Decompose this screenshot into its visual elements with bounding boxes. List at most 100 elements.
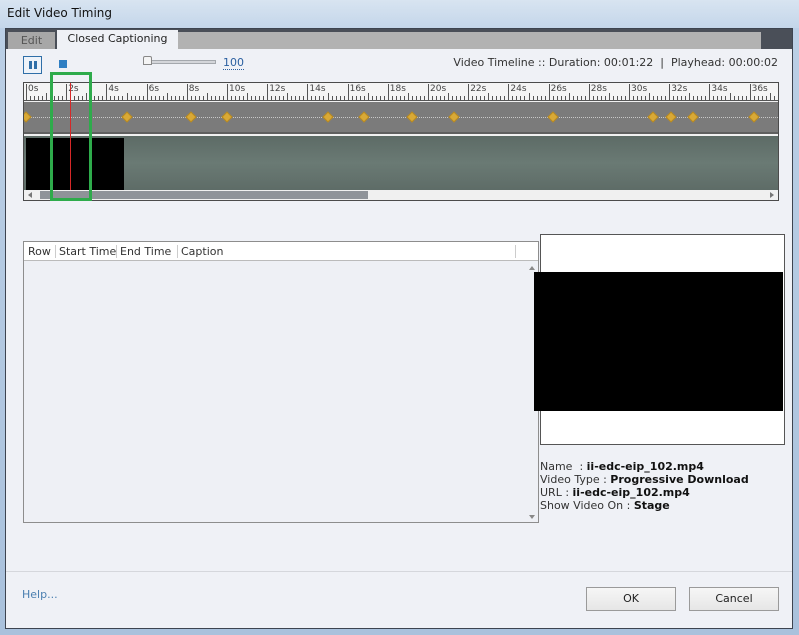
zoom-slider[interactable] bbox=[146, 60, 216, 64]
ruler-minor-tick bbox=[299, 96, 301, 100]
timeline-marker[interactable] bbox=[747, 111, 760, 123]
footer-divider bbox=[6, 571, 792, 572]
stop-icon[interactable] bbox=[59, 60, 67, 68]
scroll-down-icon[interactable] bbox=[529, 515, 535, 519]
video-thumbnail bbox=[26, 138, 124, 192]
col-end-time[interactable]: End Time bbox=[120, 245, 171, 258]
cancel-button[interactable]: Cancel bbox=[689, 587, 779, 611]
col-start-time[interactable]: Start Time bbox=[59, 245, 116, 258]
col-caption[interactable]: Caption bbox=[181, 245, 223, 258]
ruler-major-tick bbox=[709, 84, 711, 100]
ruler-major-tick bbox=[106, 84, 108, 100]
zoom-value[interactable]: 100 bbox=[223, 57, 244, 70]
timeline-marker[interactable] bbox=[120, 111, 133, 123]
info-show-on: Show Video On : Stage bbox=[540, 499, 670, 512]
ruler-minor-tick bbox=[721, 96, 723, 100]
ruler-minor-tick bbox=[532, 96, 534, 100]
ruler-minor-tick bbox=[411, 96, 413, 100]
ruler-minor-tick bbox=[162, 96, 164, 100]
ruler-minor-tick bbox=[737, 96, 739, 100]
zoom-slider-thumb[interactable] bbox=[143, 56, 152, 65]
ruler-minor-tick bbox=[62, 96, 64, 100]
timeline-marker[interactable] bbox=[358, 111, 370, 123]
ruler-minor-tick bbox=[170, 96, 172, 100]
window-title: Edit Video Timing bbox=[7, 6, 113, 20]
ruler-minor-tick bbox=[572, 96, 574, 100]
ruler-minor-tick bbox=[733, 96, 735, 100]
timeline-marker[interactable] bbox=[406, 111, 418, 123]
scroll-left-icon[interactable] bbox=[28, 192, 32, 198]
col-row[interactable]: Row bbox=[28, 245, 51, 258]
timeline-scrollbar[interactable] bbox=[24, 190, 778, 200]
ruler-label: 36s bbox=[751, 84, 768, 94]
ruler-minor-tick bbox=[375, 96, 377, 100]
info-type: Video Type : Progressive Download bbox=[540, 473, 749, 486]
tab-closed-captioning[interactable]: Closed Captioning bbox=[57, 30, 178, 49]
timeline-marker[interactable] bbox=[546, 111, 559, 123]
tab-edit[interactable]: Edit bbox=[8, 32, 55, 49]
caption-grid[interactable]: Row Start Time End Time Caption bbox=[23, 241, 539, 523]
ruler-minor-tick bbox=[633, 96, 635, 100]
ruler-minor-tick bbox=[592, 96, 594, 100]
help-link[interactable]: Help... bbox=[22, 588, 58, 601]
ruler-minor-tick bbox=[616, 96, 618, 100]
video-timeline[interactable]: 0s 2s 4s 6s 8s 10s 12s 14s 16s 18s 20s 22s 24s 26s 28s… bbox=[23, 82, 779, 201]
ruler-minor-tick bbox=[745, 96, 747, 100]
pause-icon[interactable] bbox=[23, 56, 42, 74]
timeline-marker[interactable] bbox=[24, 111, 32, 123]
ruler-minor-tick bbox=[86, 93, 88, 100]
ruler-minor-tick bbox=[665, 96, 667, 100]
ruler-minor-tick bbox=[757, 96, 759, 100]
playhead[interactable] bbox=[70, 83, 72, 190]
ruler-minor-tick bbox=[399, 96, 401, 100]
ruler-minor-tick bbox=[174, 96, 176, 100]
edit-video-timing-dialog: Edit Closed Captioning 100 Video Timelin… bbox=[5, 28, 793, 629]
ruler-major-tick bbox=[629, 84, 630, 100]
ruler-minor-tick bbox=[46, 93, 48, 100]
scroll-up-icon[interactable] bbox=[529, 266, 535, 270]
timeline-marker[interactable] bbox=[647, 111, 659, 123]
video-track[interactable] bbox=[24, 136, 778, 192]
ruler-minor-tick bbox=[415, 96, 417, 100]
scrollbar-thumb[interactable] bbox=[40, 191, 368, 199]
timeline-marker[interactable] bbox=[665, 111, 677, 123]
ruler-minor-tick bbox=[705, 96, 707, 100]
ruler-major-tick bbox=[387, 84, 389, 100]
ruler-minor-tick bbox=[383, 96, 385, 100]
ruler-label: 6s bbox=[148, 84, 160, 94]
ruler-minor-tick bbox=[379, 96, 381, 100]
ruler-minor-tick bbox=[118, 96, 120, 100]
timeline-marker[interactable] bbox=[221, 111, 233, 123]
ruler-minor-tick bbox=[243, 96, 245, 100]
ruler-minor-tick bbox=[178, 96, 180, 100]
video-name: ii-edc-eip_102.mp4 bbox=[586, 460, 704, 473]
marker-track[interactable] bbox=[24, 102, 778, 134]
video-preview-frame bbox=[534, 272, 783, 411]
ruler-minor-tick bbox=[713, 96, 715, 100]
ruler-minor-tick bbox=[773, 96, 775, 100]
ruler-minor-tick bbox=[436, 96, 438, 100]
ruler-minor-tick bbox=[528, 93, 530, 100]
ruler-minor-tick bbox=[287, 93, 289, 100]
ruler-minor-tick bbox=[496, 96, 498, 100]
timeline-marker[interactable] bbox=[687, 111, 699, 123]
ruler-minor-tick bbox=[432, 96, 434, 100]
ok-button[interactable]: OK bbox=[586, 587, 676, 611]
timeline-marker[interactable] bbox=[321, 111, 334, 123]
ruler-minor-tick bbox=[552, 96, 554, 100]
ruler-minor-tick bbox=[34, 96, 36, 100]
timeline-marker[interactable] bbox=[185, 111, 197, 123]
ruler-minor-tick bbox=[580, 96, 582, 100]
ruler-minor-tick bbox=[319, 96, 321, 100]
ruler-minor-tick bbox=[472, 96, 474, 100]
ruler-minor-tick bbox=[78, 96, 80, 100]
ruler-minor-tick bbox=[645, 96, 647, 100]
ruler-minor-tick bbox=[741, 96, 743, 100]
ruler-minor-tick bbox=[58, 96, 60, 100]
ruler-minor-tick bbox=[363, 96, 365, 100]
timeline-marker[interactable] bbox=[448, 111, 460, 123]
timeline-ruler[interactable]: 0s 2s 4s 6s 8s 10s 12s 14s 16s 18s 20s 22s 24s 26s 28s… bbox=[24, 83, 778, 101]
ruler-minor-tick bbox=[142, 96, 144, 100]
ruler-minor-tick bbox=[584, 96, 586, 100]
scroll-right-icon[interactable] bbox=[770, 192, 774, 198]
